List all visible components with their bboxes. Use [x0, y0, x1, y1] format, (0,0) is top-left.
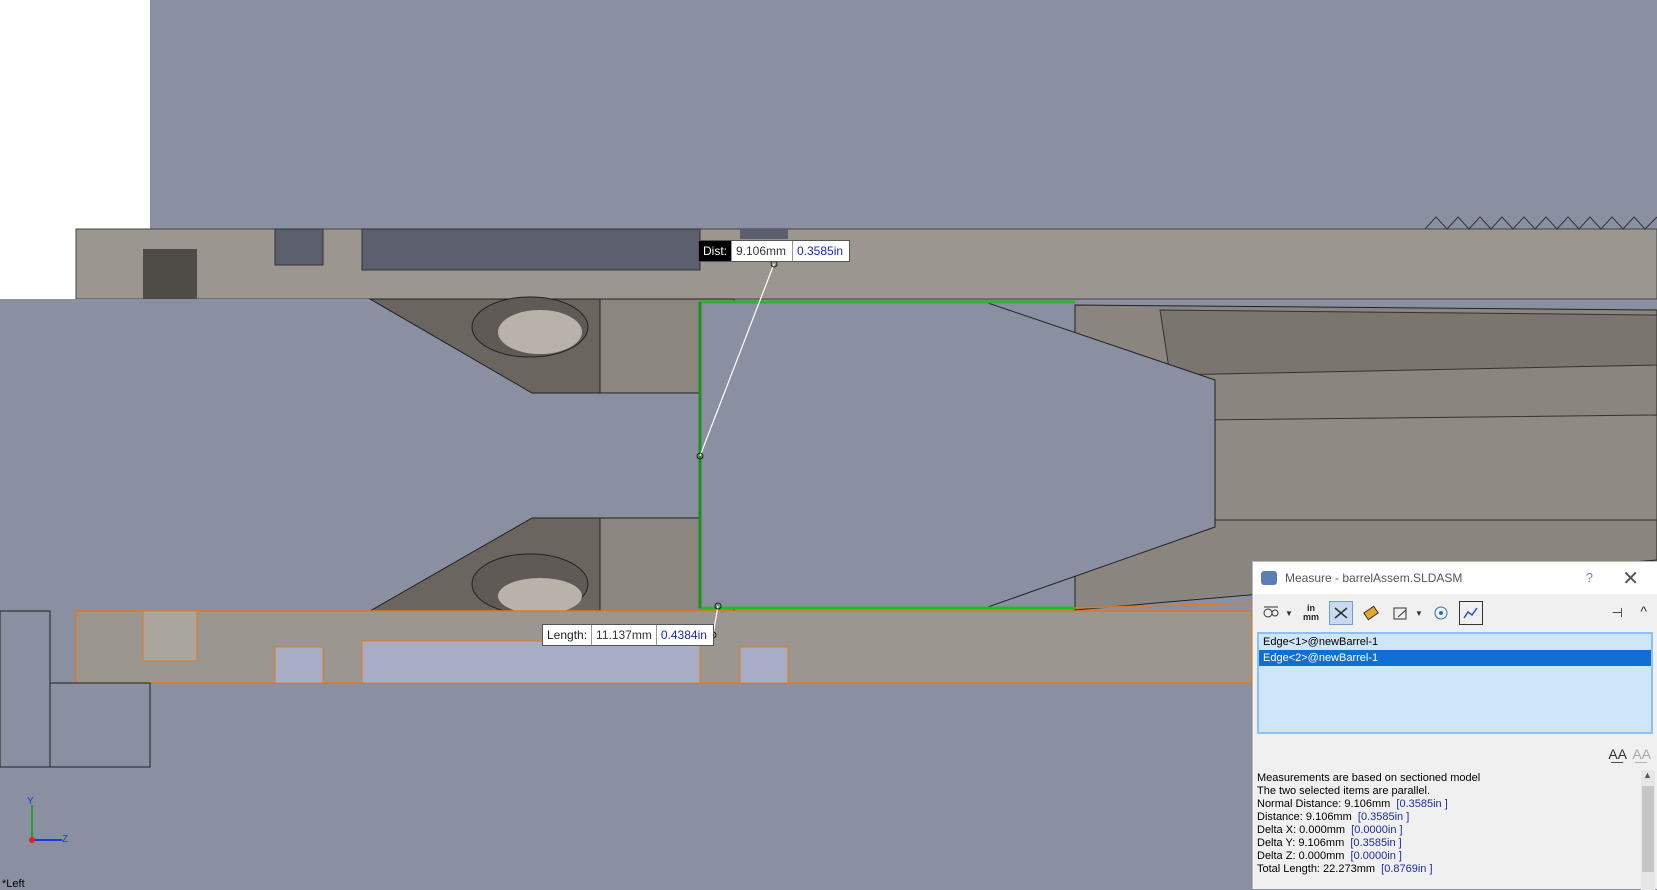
- triad-y-label: Y: [27, 796, 34, 807]
- decrease-text-size-icon[interactable]: A͟A: [1632, 746, 1651, 762]
- projection-icon[interactable]: [1389, 601, 1413, 625]
- help-button[interactable]: ?: [1586, 570, 1593, 585]
- dist-callout-inch: 0.3585in: [793, 241, 849, 261]
- scrollbar-thumb[interactable]: [1642, 786, 1654, 872]
- length-callout-mm: 11.137mm: [592, 625, 657, 645]
- length-callout-inch: 0.4384in: [656, 625, 713, 645]
- result-total-length: Total Length: 22.273mm [0.8769in ]: [1257, 863, 1433, 875]
- dist-callout-label: Dist:: [699, 241, 732, 261]
- results-note-sectioned: Measurements are based on sectioned mode…: [1257, 772, 1481, 784]
- increase-text-size-icon[interactable]: A͟A: [1608, 746, 1627, 762]
- results-note-parallel: The two selected items are parallel.: [1257, 785, 1431, 797]
- show-xyz-measurements-icon[interactable]: [1329, 601, 1353, 625]
- selection-item-edge-2[interactable]: Edge<2>@newBarrel-1: [1259, 650, 1651, 666]
- collapse-button[interactable]: ^: [1640, 603, 1647, 619]
- result-delta-z: Delta Z: 0.000mm [0.0000in ]: [1257, 850, 1402, 862]
- result-delta-x: Delta X: 0.000mm [0.0000in ]: [1257, 824, 1403, 836]
- units-precision-button[interactable]: in mm: [1299, 601, 1323, 625]
- result-delta-y: Delta Y: 9.106mm [0.3585in ]: [1257, 837, 1402, 849]
- pin-icon[interactable]: ⊣: [1612, 605, 1623, 621]
- measure-dialog-title: Measure - barrelAssem.SLDASM: [1285, 571, 1463, 585]
- length-callout[interactable]: Length: 11.137mm 0.4384in: [542, 624, 714, 646]
- create-sensor-icon[interactable]: [1459, 601, 1483, 625]
- dist-callout[interactable]: Dist: 9.106mm 0.3585in: [698, 240, 850, 262]
- view-orientation-label: *Left: [2, 878, 25, 890]
- measure-tool-icon: [1261, 571, 1277, 585]
- results-scrollbar[interactable]: ▲: [1641, 770, 1655, 890]
- result-normal-distance: Normal Distance: 9.106mm [0.3585in ]: [1257, 798, 1448, 810]
- scroll-up-icon[interactable]: ▲: [1643, 770, 1652, 780]
- measure-titlebar[interactable]: Measure - barrelAssem.SLDASM ? ✕: [1253, 562, 1657, 594]
- measure-dialog[interactable]: Measure - barrelAssem.SLDASM ? ✕ ▼ in mm…: [1252, 561, 1657, 890]
- length-callout-label: Length:: [543, 625, 593, 645]
- selection-item-edge-1[interactable]: Edge<1>@newBarrel-1: [1259, 634, 1651, 650]
- measure-toolbar: ▼ in mm ▼ ⊣ ^: [1253, 594, 1657, 632]
- arc-circle-measurements-icon[interactable]: [1259, 601, 1283, 625]
- result-distance: Distance: 9.106mm [0.3585in ]: [1257, 811, 1410, 823]
- close-button[interactable]: ✕: [1622, 566, 1639, 591]
- triad-z-label: Z: [62, 834, 69, 845]
- dist-callout-mm: 9.106mm: [732, 241, 793, 261]
- selection-list[interactable]: Edge<1>@newBarrel-1 Edge<2>@newBarrel-1: [1257, 632, 1653, 734]
- chevron-down-icon[interactable]: ▼: [1415, 609, 1423, 618]
- chevron-down-icon[interactable]: ▼: [1285, 609, 1293, 618]
- point-to-point-icon[interactable]: [1359, 601, 1383, 625]
- measurement-history-icon[interactable]: [1429, 601, 1453, 625]
- measurement-results: Measurements are based on sectioned mode…: [1257, 772, 1633, 876]
